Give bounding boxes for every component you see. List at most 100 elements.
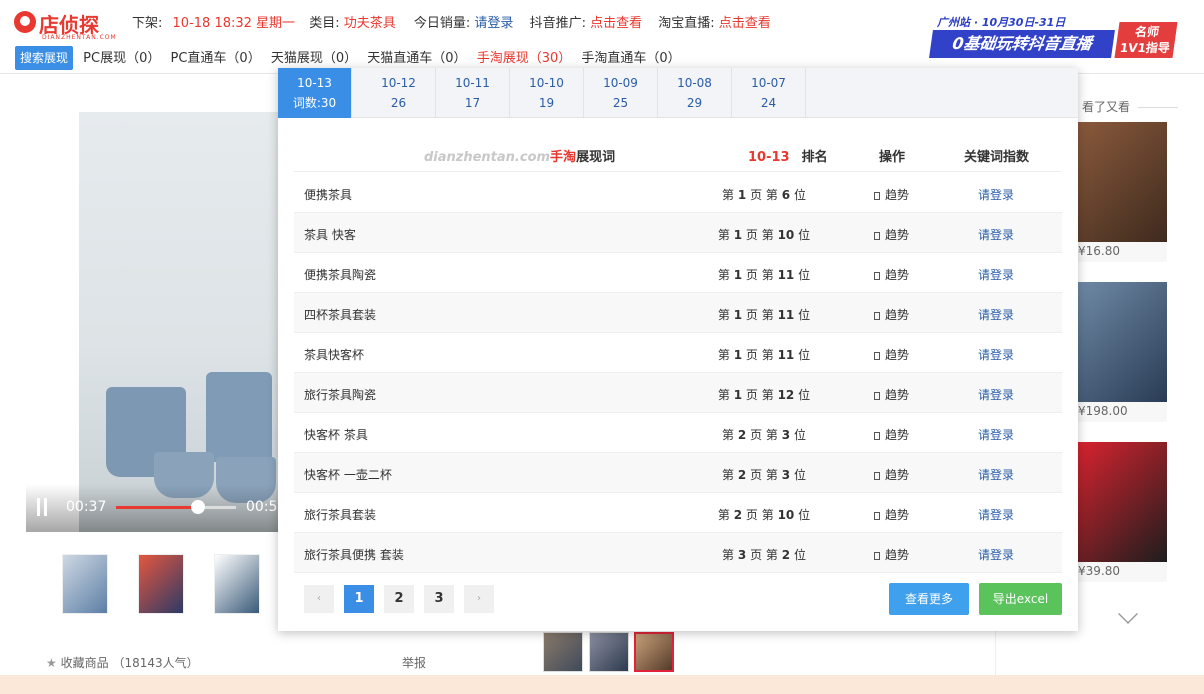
thumbnail-3[interactable] [214,554,260,614]
date-tab-10-08[interactable]: 10-08 29 [658,68,732,118]
date-tab-10-10[interactable]: 10-10 19 [510,68,584,118]
recommend-item-2[interactable]: ¥198.00 [1076,282,1167,422]
trend-link[interactable]: 趋势 [874,386,909,403]
logo-icon [14,11,36,33]
page-1-button[interactable]: 1 [344,585,374,613]
export-excel-button[interactable]: 导出excel [979,583,1062,615]
sku-thumbnail-3[interactable] [634,632,674,672]
date-tab-date: 10-13 [297,76,332,90]
taobao-live-view-link[interactable]: 点击查看 [719,16,771,31]
product-video[interactable] [26,112,282,532]
rank-page: 1 [733,388,743,402]
row-rank: 第 3 页 第 2 位 [704,546,824,563]
row-rank: 第 1 页 第 11 位 [704,346,824,363]
index-login-link[interactable]: 请登录 [978,306,1014,323]
trend-link[interactable]: 趋势 [874,226,909,243]
today-sales-login-link[interactable]: 请登录 [474,16,513,31]
header-rank: 10-13 排名 [748,146,828,165]
row-rank: 第 2 页 第 3 位 [704,426,824,443]
index-login-link[interactable]: 请登录 [978,226,1014,243]
recommend-item-3[interactable]: ¥39.80 [1076,442,1167,582]
date-tab-10-11[interactable]: 10-11 17 [436,68,510,118]
video-progress-bar[interactable] [116,506,236,509]
report-link[interactable]: 举报 [402,654,426,671]
rank-pos: 11 [777,348,795,362]
video-progress-knob[interactable] [190,500,205,514]
pause-icon[interactable] [37,498,47,516]
date-tab-date: 10-08 [677,76,712,90]
date-tab-10-12[interactable]: 10-12 26 [362,68,436,118]
next-page-button[interactable]: › [464,585,494,613]
date-tab-count: 26 [390,96,407,110]
favorite-product[interactable]: ★ 收藏商品 （18143人气） [46,654,199,671]
recommend-price: ¥39.80 [1078,564,1120,578]
douyin-view-link[interactable]: 点击查看 [590,16,642,31]
rank-page: 1 [733,308,743,322]
rank-di: 第 [717,348,730,362]
category-value[interactable]: 功夫茶具 [344,16,396,31]
prev-page-button[interactable]: ‹ [304,585,334,613]
recommend-item-1[interactable]: ¥16.80 [1076,122,1167,262]
rank-di: 第 [722,428,735,442]
date-tab-date: 10-10 [529,76,564,90]
header-action: 操作 [879,150,906,165]
page-3-button[interactable]: 3 [424,585,454,613]
site-logo[interactable]: 店侦探 DIANZHENTAN.COM [14,9,124,41]
index-login-link[interactable]: 请登录 [978,506,1014,523]
trend-icon [874,352,880,360]
index-login-link[interactable]: 请登录 [978,266,1014,283]
date-tab-date: 10-07 [751,76,786,90]
index-login-link[interactable]: 请登录 [978,466,1014,483]
recommend-price: ¥16.80 [1078,244,1120,258]
index-login-link[interactable]: 请登录 [978,346,1014,363]
rank-di: 第 [717,508,730,522]
trend-link[interactable]: 趋势 [874,426,909,443]
trend-link[interactable]: 趋势 [874,546,909,563]
date-tab-10-13[interactable]: 10-13 词数:30 [278,68,352,118]
row-keyword: 茶具 快客 [304,228,356,242]
rank-di: 第 [722,468,735,482]
trend-link[interactable]: 趋势 [874,346,909,363]
index-login-link[interactable]: 请登录 [978,186,1014,203]
taobao-live-label: 淘宝直播: [658,16,715,31]
trend-label: 趋势 [885,348,910,362]
date-tab-10-07[interactable]: 10-07 24 [732,68,806,118]
table-row: 便携茶具 第 1 页 第 6 位 趋势 请登录 [294,173,1062,213]
trend-label: 趋势 [885,388,910,402]
header-rank-date: 10-13 [748,150,790,165]
date-tab-date: 10-09 [603,76,638,90]
rank-ye: 页 [745,388,758,402]
row-keyword: 四杯茶具套装 [304,308,377,322]
sku-thumbnail-2[interactable] [589,632,629,672]
tab-pc-display[interactable]: PC展现（0） [83,47,160,71]
thumbnail-2[interactable] [138,554,184,614]
rank-ye: 页 [745,508,758,522]
delist-label: 下架: [132,16,163,31]
page-2-button[interactable]: 2 [384,585,414,613]
index-login-link[interactable]: 请登录 [978,546,1014,563]
rank-pos: 6 [781,188,791,202]
recommend-title: 看了又看 [1082,98,1178,115]
rank-wei: 位 [798,388,811,402]
view-more-button[interactable]: 查看更多 [889,583,969,615]
header-keyword-prefix: 手淘 [550,150,577,165]
tab-pc-ztc[interactable]: PC直通车（0） [171,47,261,71]
row-rank: 第 1 页 第 10 位 [704,226,824,243]
trend-link[interactable]: 趋势 [874,466,909,483]
ad-banner[interactable]: 广州站 · 10月30日-31日 0基础玩转抖音直播 名师 1V1指导 [929,14,1178,62]
product-info-bar: 下架: 10-18 18:32 星期一 类目: 功夫茶具 今日销量: 请登录 抖… [132,12,771,31]
rank-wei: 位 [793,428,806,442]
tab-search-display[interactable]: 搜索展现 [15,46,74,70]
thumbnail-1[interactable] [62,554,108,614]
trend-icon [874,192,880,200]
sku-thumbnail-1[interactable] [543,632,583,672]
table-row: 快客杯 茶具 第 2 页 第 3 位 趋势 请登录 [294,413,1062,453]
date-tab-10-09[interactable]: 10-09 25 [584,68,658,118]
trend-link[interactable]: 趋势 [874,266,909,283]
trend-link[interactable]: 趋势 [874,186,909,203]
index-login-link[interactable]: 请登录 [978,426,1014,443]
trend-link[interactable]: 趋势 [874,506,909,523]
video-current-time: 00:37 [66,499,107,515]
trend-link[interactable]: 趋势 [874,306,909,323]
index-login-link[interactable]: 请登录 [978,386,1014,403]
